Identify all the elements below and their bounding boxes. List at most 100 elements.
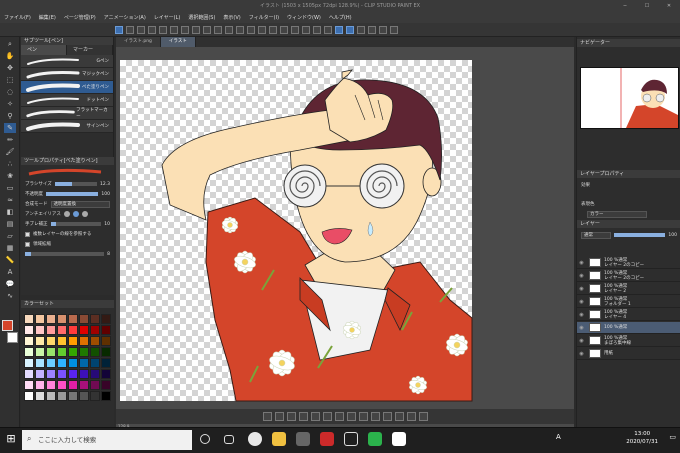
brush-item[interactable]: フラットマーカー [21, 107, 113, 120]
opacity-slider[interactable] [46, 192, 99, 196]
menu-layer[interactable]: レイヤー(L) [154, 14, 181, 21]
app-icon-outline[interactable] [344, 432, 358, 446]
color-swatch[interactable] [79, 391, 89, 401]
color-swatch[interactable] [68, 391, 78, 401]
ime-indicator[interactable]: A [556, 433, 561, 441]
color-swatch[interactable] [79, 380, 89, 390]
color-swatch[interactable] [24, 358, 34, 368]
tab-pen[interactable]: ペン [21, 45, 67, 55]
airbrush-icon[interactable]: ∴ [4, 159, 16, 169]
command-button[interactable] [159, 25, 167, 34]
color-swatch[interactable] [68, 336, 78, 346]
menu-edit[interactable]: 編集(E) [39, 14, 56, 21]
layer-row[interactable]: ◉ 100 %通常 [577, 322, 680, 334]
windows-start-icon[interactable]: ⊞ [4, 432, 18, 446]
minimize-icon[interactable]: ─ [614, 0, 636, 12]
move-icon[interactable]: ✥ [4, 63, 16, 73]
canvas-command-button[interactable] [274, 412, 284, 421]
color-swatch[interactable] [57, 325, 67, 335]
color-swatch[interactable] [101, 314, 111, 324]
color-swatch[interactable] [90, 358, 100, 368]
brush-item[interactable]: サインペン [21, 120, 113, 133]
stabilization-row[interactable]: 手ブレ補正 10 [21, 219, 114, 229]
taskbar-clock[interactable]: 13:00 2020/07/31 [626, 430, 658, 446]
antialias-row[interactable]: アンチエイリアス [21, 209, 114, 219]
color-swatch[interactable] [90, 336, 100, 346]
stabilization-slider[interactable] [50, 222, 102, 226]
layer-opacity-slider[interactable] [614, 233, 666, 237]
select-icon[interactable]: ⬚ [4, 75, 16, 85]
color-swatch[interactable] [46, 325, 56, 335]
file-explorer-icon[interactable] [272, 432, 286, 446]
blend-mode-select[interactable]: 透明度置換 [50, 200, 110, 208]
command-button[interactable] [148, 25, 156, 34]
color-swatch[interactable] [57, 358, 67, 368]
color-swatch[interactable] [90, 380, 100, 390]
app-icon-red[interactable] [320, 432, 334, 446]
color-swatch[interactable] [68, 325, 78, 335]
layer-blend-select[interactable]: 通常 [581, 231, 611, 239]
color-swatch[interactable] [46, 369, 56, 379]
color-swatch[interactable] [57, 369, 67, 379]
color-swatch[interactable] [24, 380, 34, 390]
figure-icon[interactable]: ▱ [4, 231, 16, 241]
canvas-command-button[interactable] [322, 412, 332, 421]
eyedropper-icon[interactable]: ⚲ [4, 111, 16, 121]
color-swatch[interactable] [68, 314, 78, 324]
main-color-swatch[interactable] [2, 320, 13, 331]
sub-color-swatch[interactable] [7, 332, 18, 343]
pencil-icon[interactable]: ✏ [4, 135, 16, 145]
notification-icon[interactable]: ▭ [669, 433, 676, 441]
task-view-icon[interactable] [224, 435, 234, 444]
color-swatch[interactable] [101, 369, 111, 379]
menu-animation[interactable]: アニメーション(A) [104, 14, 146, 21]
color-swatch[interactable] [57, 336, 67, 346]
command-button[interactable] [313, 25, 321, 34]
blend-icon[interactable]: ≈ [4, 195, 16, 205]
canvas-command-button[interactable] [358, 412, 368, 421]
color-swatch[interactable] [90, 325, 100, 335]
command-button[interactable] [170, 25, 178, 34]
layer-row[interactable]: ◉ 100 %通常 フォルダー 1 [577, 296, 680, 308]
color-swatch[interactable] [35, 380, 45, 390]
wand-icon[interactable]: ✧ [4, 99, 16, 109]
command-button[interactable] [126, 25, 134, 34]
command-button[interactable] [390, 25, 398, 34]
command-button[interactable] [203, 25, 211, 34]
color-swatch[interactable] [79, 369, 89, 379]
command-button[interactable] [269, 25, 277, 34]
clip-studio-icon[interactable] [392, 432, 406, 446]
fill-icon[interactable]: ◧ [4, 207, 16, 217]
eye-icon[interactable]: ◉ [577, 286, 586, 292]
eye-icon[interactable]: ◉ [577, 312, 586, 318]
canvas-command-button[interactable] [286, 412, 296, 421]
hand-icon[interactable]: ✋ [4, 51, 16, 61]
color-swatch[interactable] [90, 314, 100, 324]
color-swatch[interactable] [101, 358, 111, 368]
frame-icon[interactable]: ▦ [4, 243, 16, 253]
eye-icon[interactable]: ◉ [577, 260, 586, 266]
eye-icon[interactable]: ◉ [577, 351, 586, 357]
lasso-icon[interactable]: ◌ [4, 87, 16, 97]
zoom-icon[interactable]: ⌕ [4, 39, 16, 49]
brush-item[interactable]: べた塗りペン [21, 81, 113, 94]
eye-icon[interactable]: ◉ [577, 325, 586, 331]
color-swatch[interactable] [57, 380, 67, 390]
color-swatch[interactable] [79, 336, 89, 346]
tab-document-png[interactable]: イラスト.png [116, 37, 161, 47]
command-button[interactable] [137, 25, 145, 34]
color-swatch[interactable] [101, 380, 111, 390]
video-app-icon[interactable] [296, 432, 310, 446]
color-swatch[interactable] [46, 380, 56, 390]
command-button[interactable] [291, 25, 299, 34]
color-swatch[interactable] [68, 380, 78, 390]
navigator-thumbnail[interactable] [580, 67, 679, 129]
color-swatch[interactable] [46, 358, 56, 368]
canvas-command-button[interactable] [406, 412, 416, 421]
command-button[interactable] [115, 25, 123, 34]
maximize-icon[interactable]: ☐ [636, 0, 658, 12]
decoration-icon[interactable]: ❀ [4, 171, 16, 181]
color-swatch[interactable] [57, 314, 67, 324]
layer-row[interactable]: ◉ 100 %通常 レイヤー 4 [577, 309, 680, 321]
canvas-command-button[interactable] [346, 412, 356, 421]
